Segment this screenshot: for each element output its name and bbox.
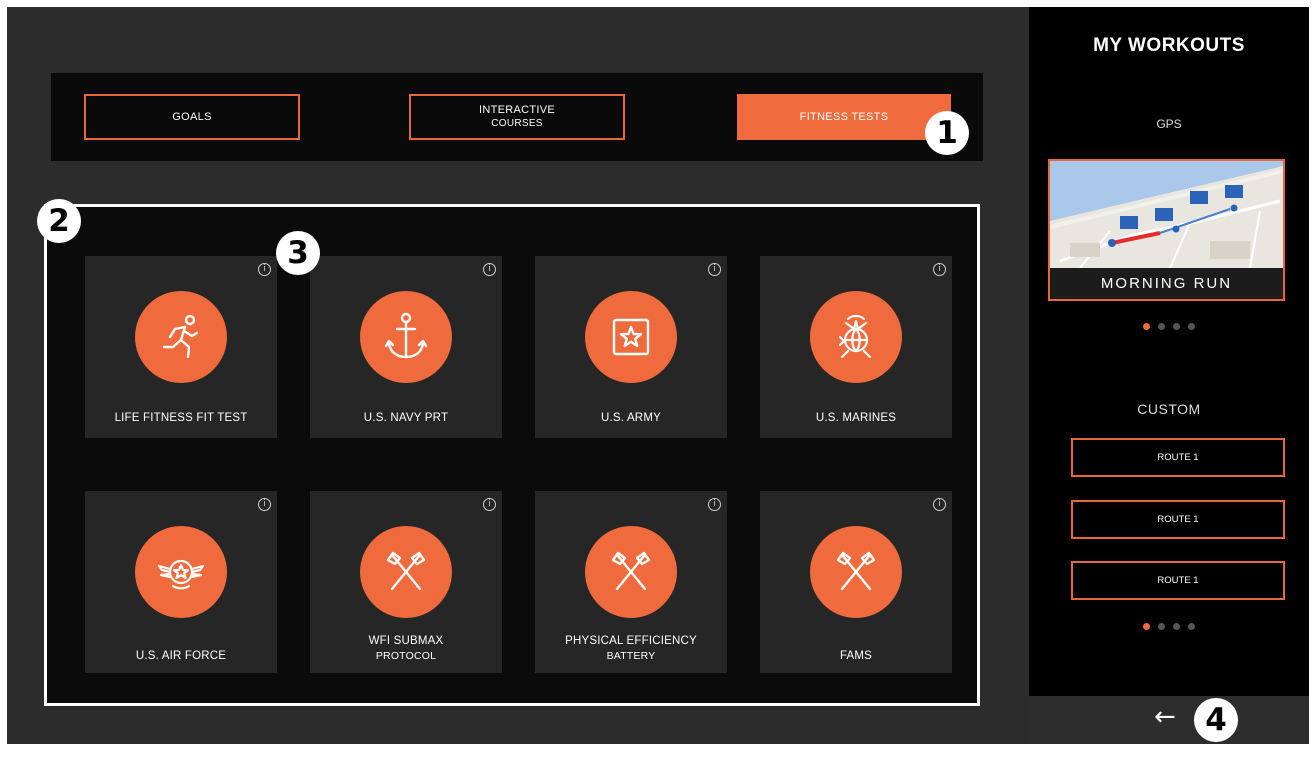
card-label-line2: PROTOCOL: [375, 650, 437, 662]
card-label-line1: U.S. MARINES: [815, 412, 897, 424]
air-force-wings-icon: [135, 526, 227, 618]
custom-section-label: CUSTOM: [1137, 401, 1201, 417]
card-label: LIFE FITNESS FIT TEST: [85, 411, 277, 426]
carousel-dot[interactable]: [1188, 623, 1195, 630]
carousel-dot-active[interactable]: [1143, 623, 1150, 630]
carousel-dot[interactable]: [1158, 323, 1165, 330]
callout-marker-1: 1: [925, 111, 969, 155]
card-label: U.S. AIR FORCE: [85, 649, 277, 664]
card-us-air-force[interactable]: i U.S. AIR FORCE: [85, 491, 277, 673]
fitness-tests-grid: i LIFE FITNESS FIT TEST i U.S. NAVY PRT …: [44, 204, 980, 706]
carousel-dot[interactable]: [1173, 323, 1180, 330]
callout-marker-2: 2: [37, 199, 81, 243]
info-icon[interactable]: i: [708, 498, 721, 511]
crossed-axes-icon: [810, 526, 902, 618]
anchor-icon: [360, 291, 452, 383]
card-life-fitness-fit-test[interactable]: i LIFE FITNESS FIT TEST: [85, 256, 277, 438]
card-label: U.S. NAVY PRT: [310, 411, 502, 426]
callout-marker-4: 4: [1194, 698, 1238, 742]
card-us-marines[interactable]: i U.S. MARINES: [760, 256, 952, 438]
gps-section-label: GPS: [1156, 117, 1182, 131]
card-label-line1: U.S. NAVY PRT: [363, 412, 449, 424]
card-label-line2: BATTERY: [606, 650, 656, 662]
route-button-3[interactable]: ROUTE 1: [1071, 561, 1285, 600]
info-icon[interactable]: i: [483, 498, 496, 511]
custom-carousel-dots: [1029, 623, 1309, 630]
card-physical-efficiency-battery[interactable]: i PHYSICAL EFFICIENCY BATTERY: [535, 491, 727, 673]
card-us-army[interactable]: i U.S. ARMY: [535, 256, 727, 438]
tab-interactive-courses-label-line2: COURSES: [491, 118, 543, 129]
tab-interactive-courses-label-line1: INTERACTIVE: [478, 104, 556, 116]
carousel-dot[interactable]: [1173, 623, 1180, 630]
info-icon[interactable]: i: [933, 263, 946, 276]
gps-workout-card[interactable]: MORNING RUN: [1048, 159, 1285, 301]
card-fams[interactable]: i FAMS: [760, 491, 952, 673]
carousel-dot[interactable]: [1188, 323, 1195, 330]
tab-goals-label: GOALS: [172, 110, 212, 123]
tab-interactive-courses[interactable]: INTERACTIVE COURSES: [409, 94, 625, 140]
my-workouts-sidebar: MY WORKOUTS GPS MORNING RUN CUSTOM ROUTE…: [1029, 7, 1309, 696]
crossed-axes-icon: [585, 526, 677, 618]
workout-name: MORNING RUN: [1050, 268, 1283, 299]
callout-marker-3: 3: [276, 231, 320, 275]
tab-fitness-tests[interactable]: FITNESS TESTS: [737, 94, 951, 140]
info-icon[interactable]: i: [708, 263, 721, 276]
card-label-line1: U.S. ARMY: [601, 412, 661, 424]
card-us-navy-prt[interactable]: i U.S. NAVY PRT: [310, 256, 502, 438]
army-star-icon: [585, 291, 677, 383]
bottom-nav-bar: ←: [1029, 696, 1309, 744]
card-label: U.S. ARMY: [535, 411, 727, 426]
info-icon[interactable]: i: [933, 498, 946, 511]
tab-goals[interactable]: GOALS: [84, 94, 300, 140]
info-icon[interactable]: i: [258, 498, 271, 511]
card-label: FAMS: [760, 649, 952, 664]
carousel-dot-active[interactable]: [1143, 323, 1150, 330]
card-label: U.S. MARINES: [760, 411, 952, 426]
category-tab-bar: GOALS INTERACTIVE COURSES FITNESS TESTS: [51, 73, 983, 161]
gps-carousel-dots: [1029, 323, 1309, 330]
card-label-line1: LIFE FITNESS FIT TEST: [114, 412, 248, 424]
sidebar-title: MY WORKOUTS: [1093, 35, 1245, 56]
card-label-line1: U.S. AIR FORCE: [135, 650, 227, 662]
back-arrow-icon[interactable]: ←: [1154, 702, 1176, 732]
info-icon[interactable]: i: [483, 263, 496, 276]
card-label: PHYSICAL EFFICIENCY BATTERY: [535, 634, 727, 664]
running-person-icon: [135, 291, 227, 383]
card-label-line1: WFI SUBMAX: [368, 635, 444, 647]
crossed-axes-icon: [360, 526, 452, 618]
card-wfi-submax-protocol[interactable]: i WFI SUBMAX PROTOCOL: [310, 491, 502, 673]
route-button-2[interactable]: ROUTE 1: [1071, 500, 1285, 539]
carousel-dot[interactable]: [1158, 623, 1165, 630]
marines-emblem-icon: [810, 291, 902, 383]
card-label-line1: PHYSICAL EFFICIENCY: [565, 635, 697, 647]
route-button-1[interactable]: ROUTE 1: [1071, 438, 1285, 477]
card-label: WFI SUBMAX PROTOCOL: [310, 634, 502, 664]
card-label-line1: FAMS: [839, 650, 873, 662]
route-map-thumbnail: [1050, 161, 1283, 268]
tab-fitness-tests-label: FITNESS TESTS: [799, 110, 889, 123]
info-icon[interactable]: i: [258, 263, 271, 276]
